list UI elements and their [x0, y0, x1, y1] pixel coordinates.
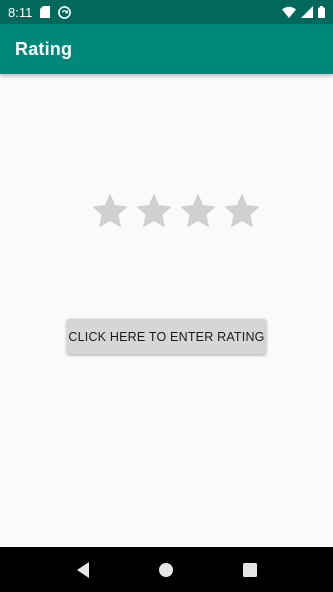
rating-bar[interactable] — [90, 191, 262, 231]
star-icon[interactable] — [90, 191, 130, 231]
back-icon[interactable] — [74, 561, 92, 579]
status-bar: 8:11 — [0, 0, 333, 24]
battery-icon — [318, 6, 325, 18]
signal-icon — [301, 6, 313, 18]
enter-rating-button[interactable]: CLICK HERE TO ENTER RATING — [67, 319, 266, 354]
app-title: Rating — [15, 38, 73, 59]
app-bar: Rating — [0, 24, 333, 74]
sd-card-icon — [40, 6, 51, 18]
star-icon[interactable] — [222, 191, 262, 231]
status-time: 8:11 — [8, 4, 33, 20]
wifi-icon — [282, 6, 296, 18]
home-icon[interactable] — [157, 561, 175, 579]
sync-icon — [58, 5, 72, 19]
recents-icon[interactable] — [241, 561, 259, 579]
star-icon[interactable] — [134, 191, 174, 231]
navigation-bar — [0, 547, 333, 592]
star-icon[interactable] — [178, 191, 218, 231]
